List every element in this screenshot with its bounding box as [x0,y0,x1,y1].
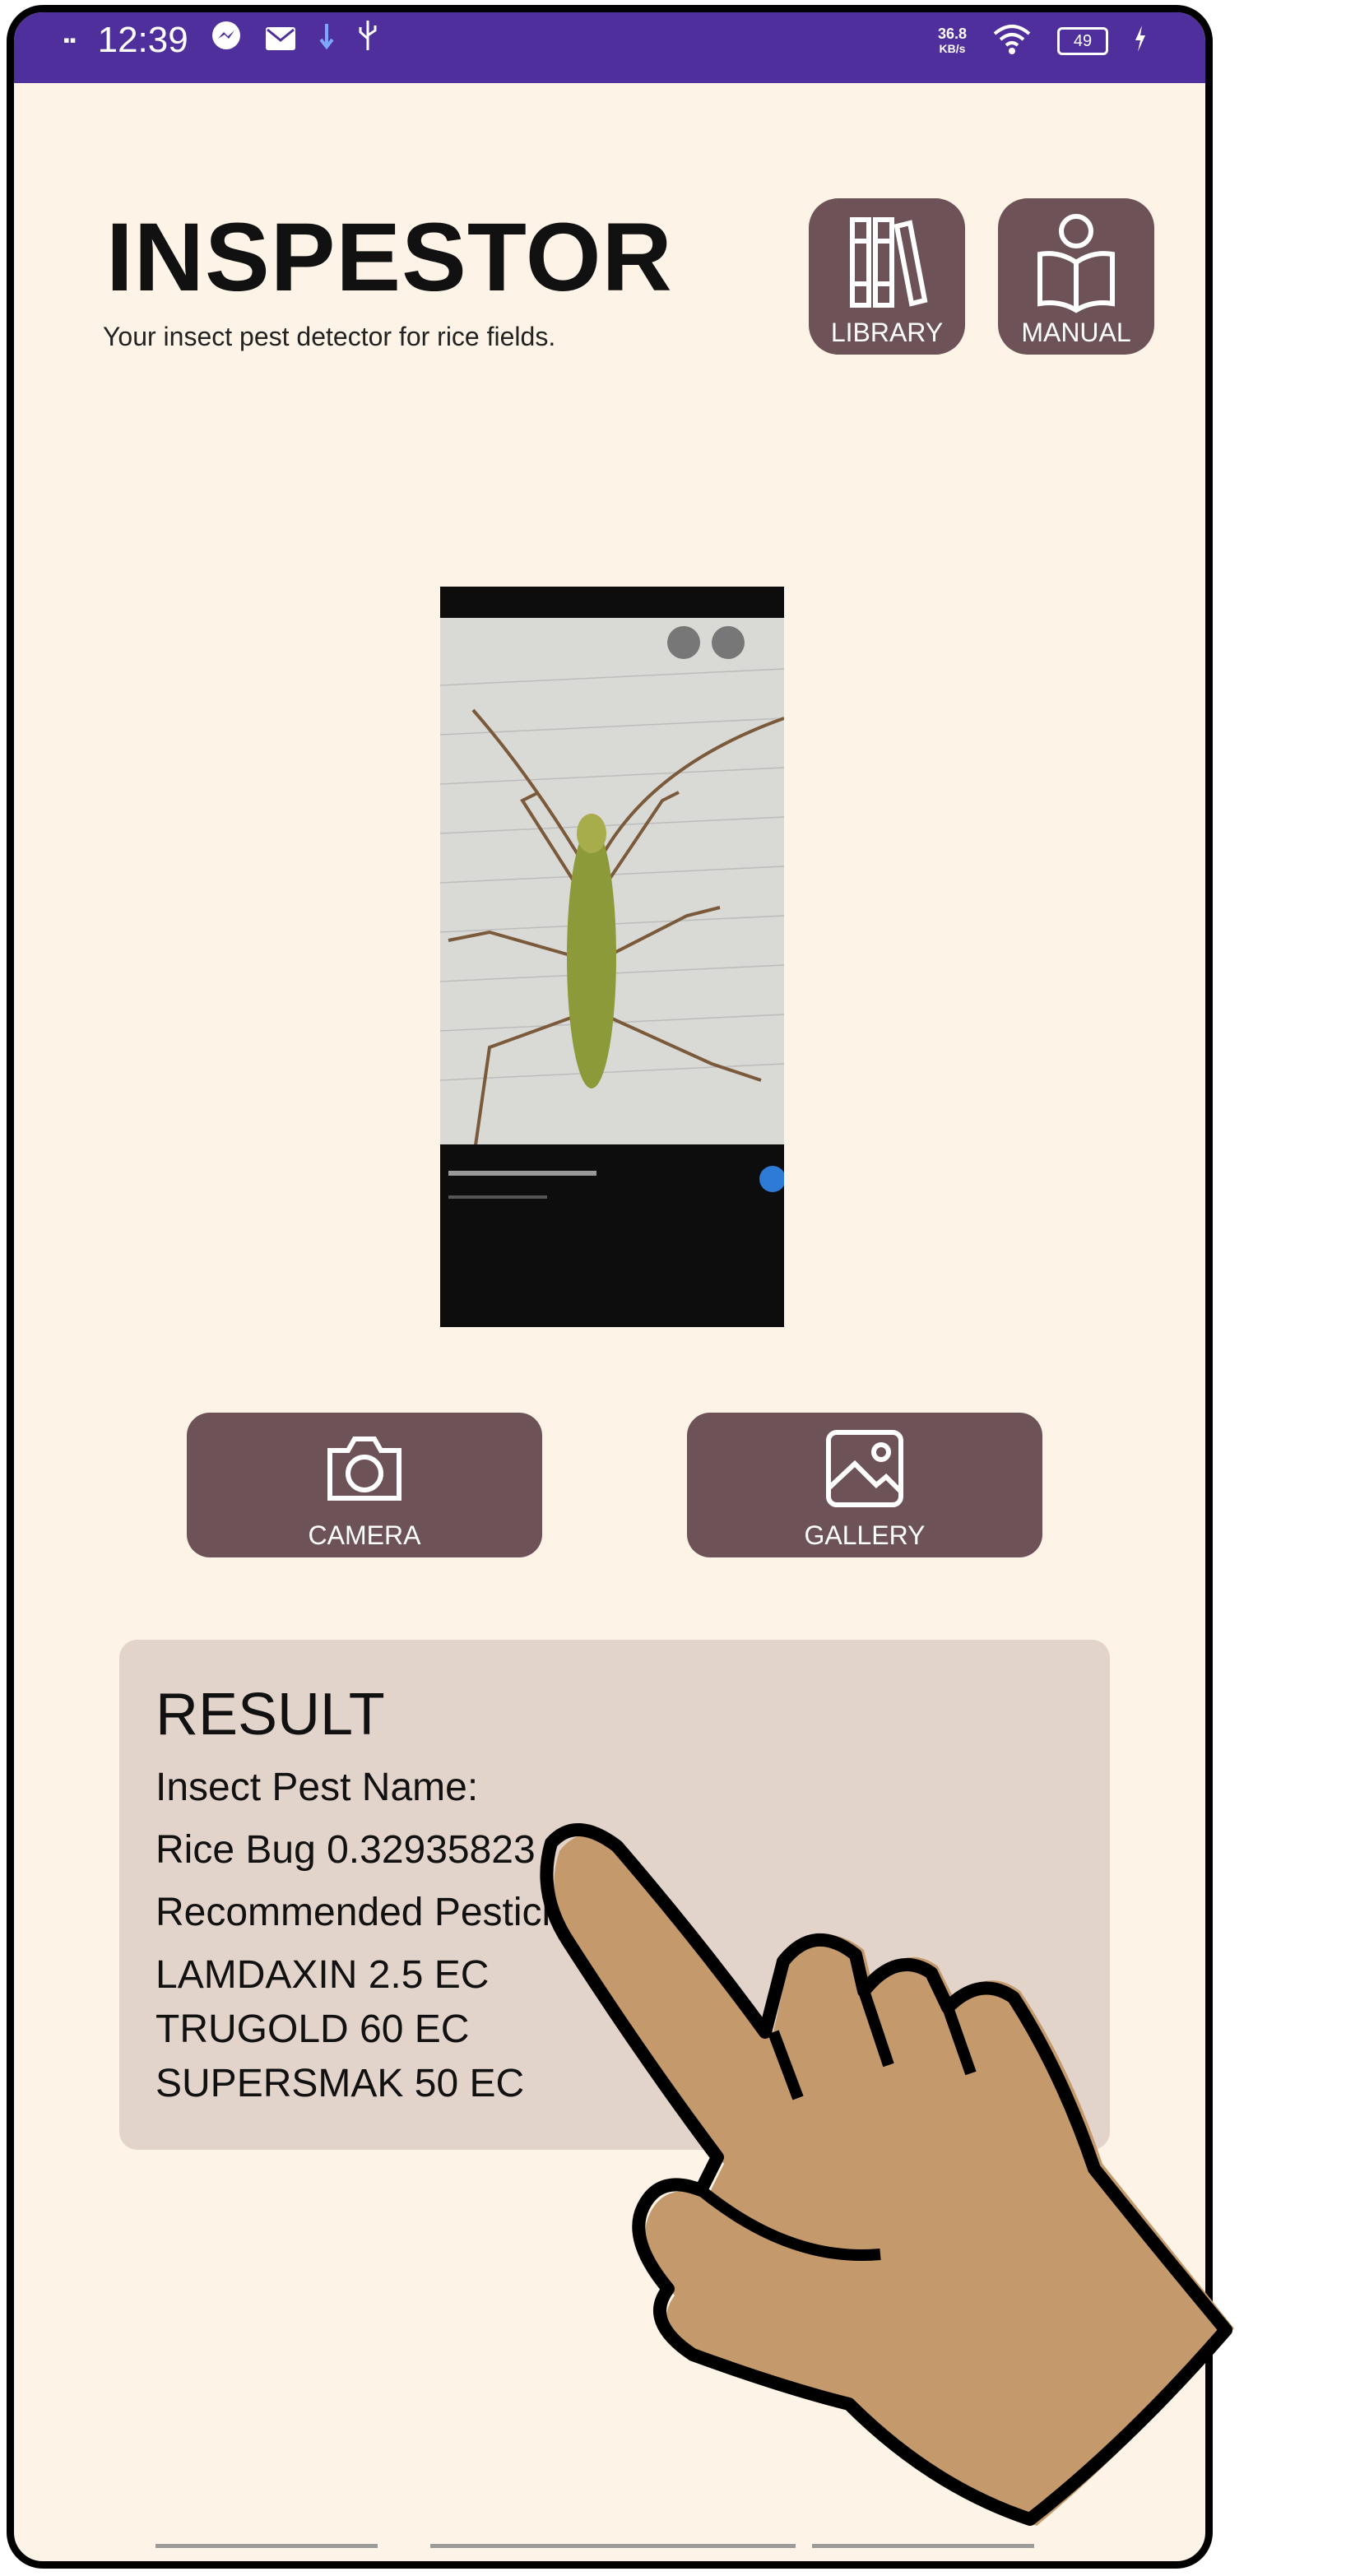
network-speed: 36.8 KB/s [937,26,967,55]
messenger-icon [210,19,243,61]
status-bar: ▪▪ 12:39 36.8 KB/s 49 [14,12,1205,83]
insect-photo [440,587,784,1327]
gallery-button[interactable]: GALLERY [687,1413,1042,1557]
camera-button[interactable]: CAMERA [187,1413,542,1557]
mail-icon [264,20,297,61]
pest-name-value: Rice Bug 0.32935823 [155,1828,536,1872]
library-label: LIBRARY [830,318,944,347]
nav-bar-segment [155,2544,378,2548]
app-title: INSPESTOR [106,203,673,312]
signal-icon: ▪▪ [63,29,77,50]
manual-label: MANUAL [1021,318,1131,347]
download-icon [318,20,335,61]
wifi-icon [991,22,1033,60]
usb-icon [356,19,379,61]
charging-icon [1133,24,1148,58]
camera-label: CAMERA [308,1520,421,1550]
gallery-label: GALLERY [804,1520,926,1550]
battery-indicator: 49 [1057,27,1108,55]
library-button[interactable]: LIBRARY [809,198,965,355]
status-time: 12:39 [97,19,188,60]
pesticide-item: LAMDAXIN 2.5 EC [155,1953,490,1997]
manual-button[interactable]: MANUAL [998,198,1154,355]
pesticide-item: TRUGOLD 60 EC [155,2007,470,2051]
pointing-hand-icon [527,1818,1341,2563]
pest-name-label: Insect Pest Name: [155,1766,479,1809]
app-subtitle: Your insect pest detector for rice field… [103,322,556,351]
result-heading: RESULT [155,1682,385,1748]
pesticide-item: SUPERSMAK 50 EC [155,2062,525,2105]
